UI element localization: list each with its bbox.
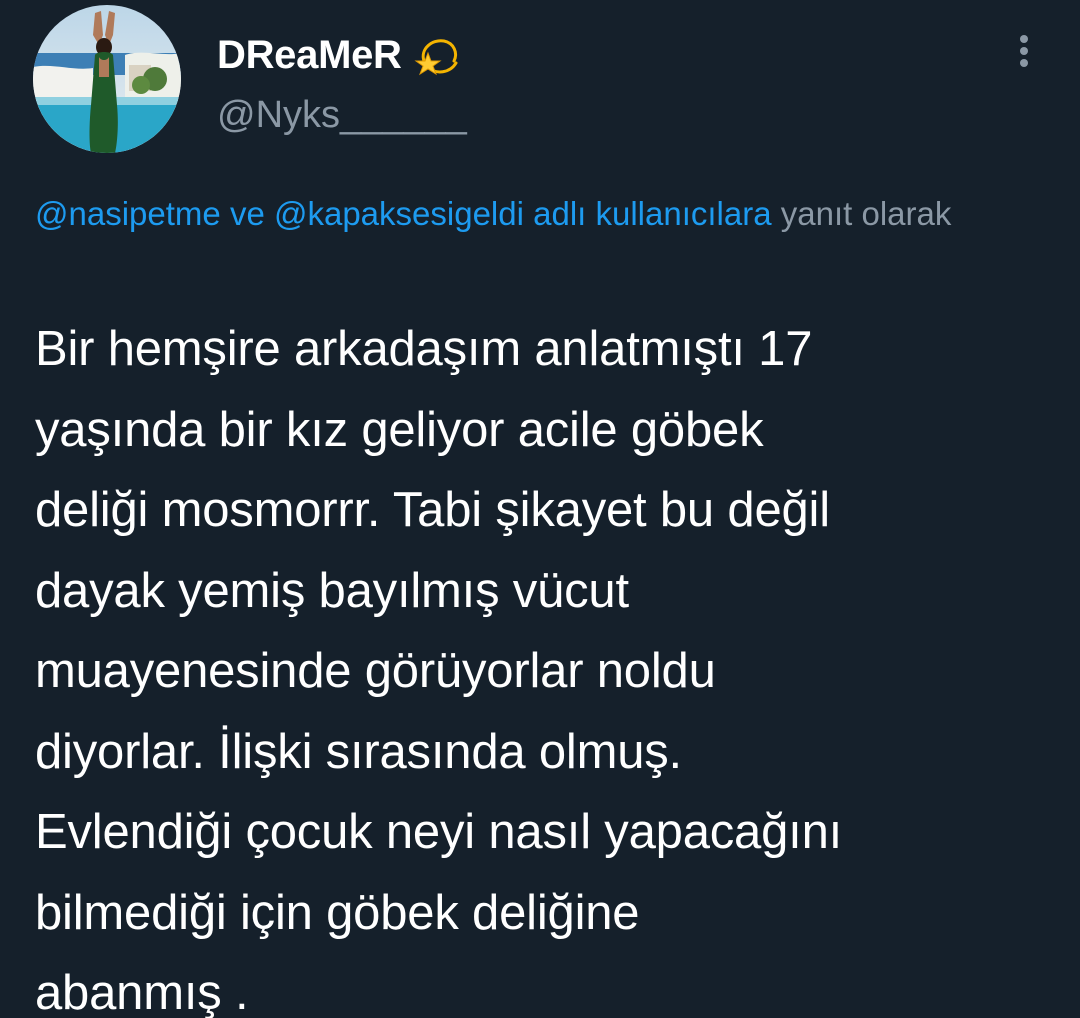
mentioned-users-link[interactable]: adlı kullanıcılara: [533, 195, 771, 232]
tweet-card: DReaMeR @Nyks______ @nasipetme ve @kapak…: [0, 0, 1080, 1018]
display-name-text: DReaMeR: [217, 33, 402, 77]
mention-connector[interactable]: ve: [230, 195, 265, 232]
author-display-name[interactable]: DReaMeR: [217, 31, 462, 79]
more-vertical-icon[interactable]: [1004, 30, 1044, 74]
mention-link[interactable]: @kapaksesigeldi: [274, 195, 524, 232]
avatar[interactable]: [33, 5, 181, 153]
tweet-text: Bir hemşire arkadaşım anlatmıştı 17 yaşı…: [35, 322, 843, 1018]
dizzy-star-icon: [414, 31, 462, 79]
reply-context: @nasipetme ve @kapaksesigeldi adlı kulla…: [35, 190, 1045, 238]
mention-link[interactable]: @nasipetme: [35, 195, 221, 232]
author-handle[interactable]: @Nyks______: [217, 93, 467, 137]
reply-context-suffix: yanıt olarak: [780, 195, 952, 232]
avatar-photo: [33, 5, 181, 153]
